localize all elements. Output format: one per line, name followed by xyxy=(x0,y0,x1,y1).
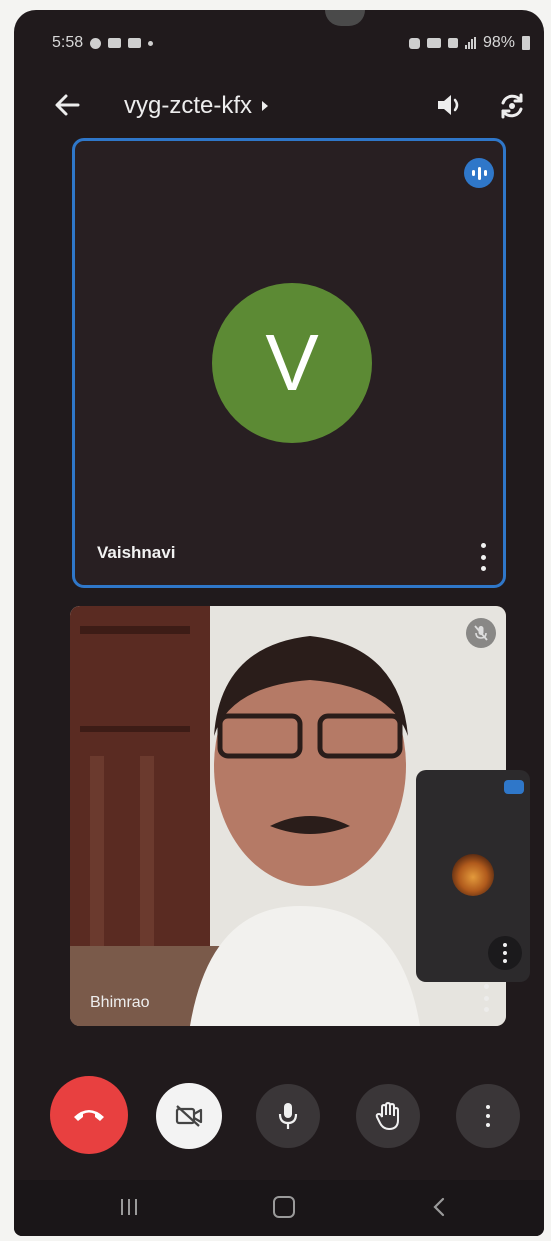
avatar: V xyxy=(212,283,372,443)
recents-icon xyxy=(121,1199,123,1215)
image-icon xyxy=(128,38,142,48)
status-time: 5:58 xyxy=(52,34,84,51)
system-nav-bar xyxy=(14,1180,544,1236)
home-icon xyxy=(273,1196,295,1218)
end-call-icon xyxy=(74,1110,104,1121)
more-vertical-icon[interactable] xyxy=(482,984,490,1012)
switch-camera-button[interactable] xyxy=(496,90,528,122)
more-vertical-icon[interactable] xyxy=(479,543,487,571)
more-vertical-icon xyxy=(501,943,509,963)
mic-icon xyxy=(278,1103,298,1129)
volte-icon xyxy=(426,38,441,48)
more-notifications-icon xyxy=(148,40,154,46)
back-arrow-icon xyxy=(55,94,80,116)
status-bar-left: 5:58 xyxy=(52,32,154,54)
battery-icon xyxy=(522,36,530,50)
speaker-button[interactable] xyxy=(434,90,464,120)
camera-off-icon xyxy=(175,1105,203,1127)
self-video-thumbnail xyxy=(452,854,494,896)
back-button[interactable] xyxy=(52,90,82,120)
signal-icon xyxy=(464,37,476,49)
mic-off-icon xyxy=(466,618,496,648)
meeting-code: vyg-zcte-kfx xyxy=(124,92,253,119)
home-button[interactable] xyxy=(269,1194,299,1220)
recents-button[interactable] xyxy=(114,1194,144,1220)
speaking-indicator-icon xyxy=(464,158,494,188)
participant-name: Bhimrao xyxy=(90,994,150,1011)
system-back-button[interactable] xyxy=(424,1194,454,1220)
participant-tile-vaishnavi[interactable]: V Vaishnavi xyxy=(72,138,506,588)
battery-percent: 98% xyxy=(482,34,515,51)
meeting-header: vyg-zcte-kfx xyxy=(14,80,544,130)
network-icon xyxy=(447,38,458,48)
self-view-menu-button[interactable] xyxy=(488,936,522,970)
self-view-tile[interactable] xyxy=(416,770,530,982)
status-bar-right: 98% xyxy=(408,32,530,54)
raise-hand-icon xyxy=(375,1101,399,1131)
meeting-code-button[interactable]: vyg-zcte-kfx xyxy=(124,92,269,120)
participant-name: Vaishnavi xyxy=(97,543,176,562)
back-icon xyxy=(433,1197,445,1217)
mail-icon xyxy=(108,38,122,48)
microphone-button[interactable] xyxy=(256,1084,320,1148)
chevron-right-icon xyxy=(262,101,269,111)
camera-toggle-button[interactable] xyxy=(156,1083,222,1149)
notification-icon xyxy=(90,37,102,49)
switch-camera-icon xyxy=(501,93,523,119)
camera-notch xyxy=(325,10,365,26)
alarm-icon xyxy=(408,37,420,49)
end-call-button[interactable] xyxy=(50,1076,128,1154)
more-options-button[interactable] xyxy=(456,1084,520,1148)
phone-screen: 5:58 98% vyg-zcte-kfx V Vaishnavi Bhimra… xyxy=(14,10,544,1236)
speaker-icon xyxy=(438,95,459,115)
speaking-indicator-icon xyxy=(504,780,524,794)
raise-hand-button[interactable] xyxy=(356,1084,420,1148)
more-vertical-icon xyxy=(484,1105,492,1127)
